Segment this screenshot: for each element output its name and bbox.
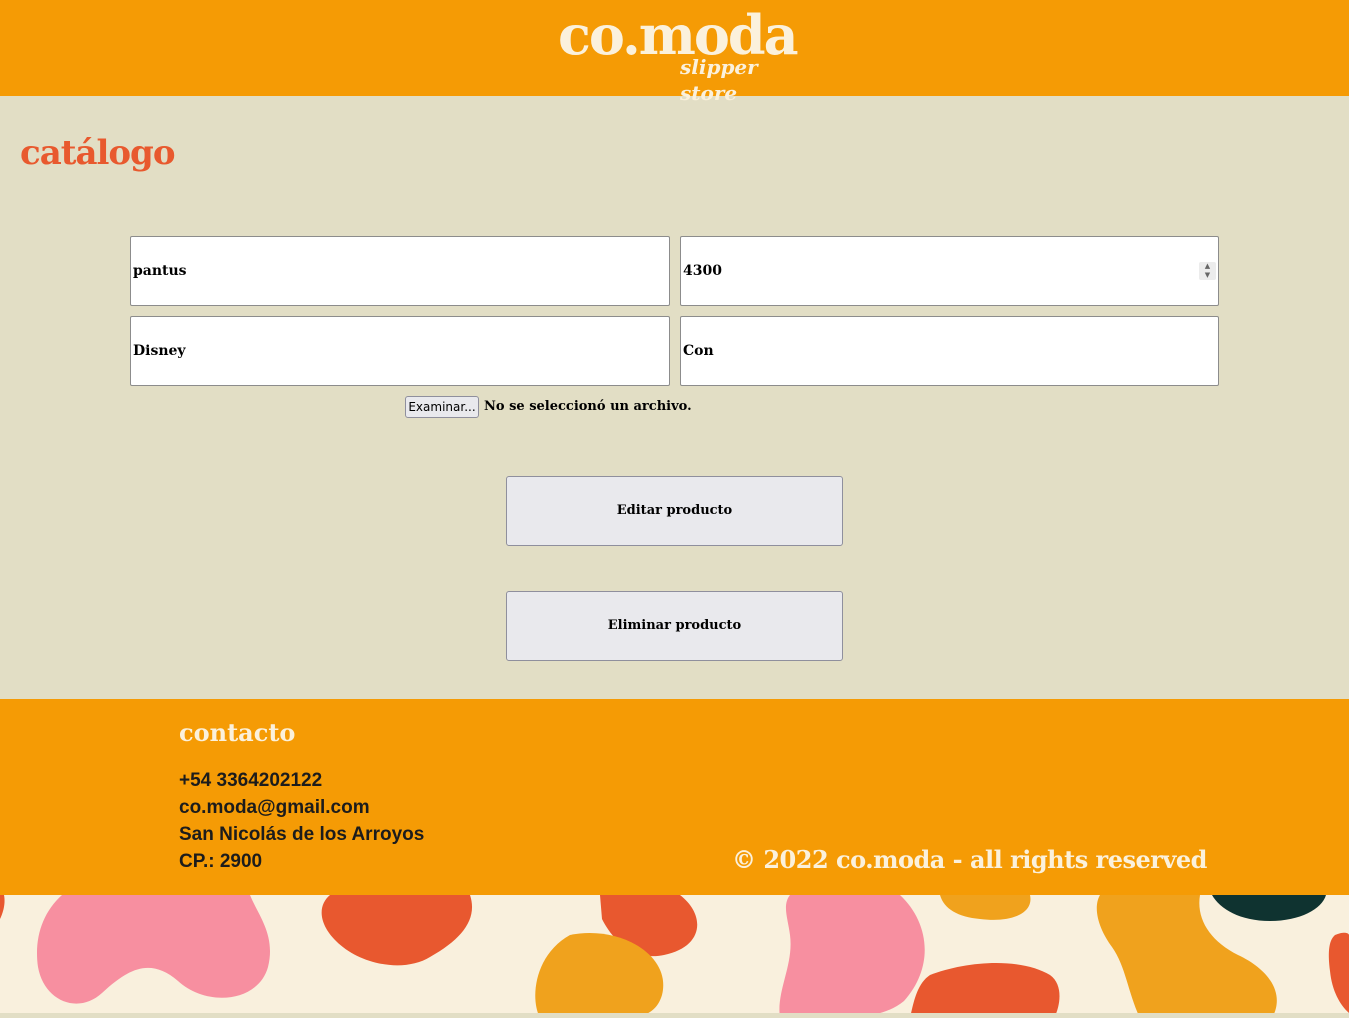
- file-browse-button[interactable]: Examinar...: [405, 396, 479, 418]
- product-price-input[interactable]: [680, 236, 1219, 306]
- price-spinner[interactable]: ▲ ▼: [1199, 262, 1216, 280]
- contact-postal-code: CP.: 2900: [179, 851, 263, 872]
- brand-logo[interactable]: co.moda slipper store: [558, 4, 799, 105]
- product-detail-input[interactable]: [680, 316, 1219, 386]
- contact-heading: contacto: [179, 718, 296, 747]
- contact-email[interactable]: co.moda@gmail.com: [179, 795, 370, 820]
- edit-product-button[interactable]: Editar producto: [506, 476, 843, 546]
- product-name-input[interactable]: [130, 236, 670, 306]
- decorative-pattern: [0, 895, 1349, 1018]
- copyright-notice: © 2022 co.moda - all rights reserved: [732, 845, 1207, 874]
- contact-phone[interactable]: +54 3364202122: [179, 768, 322, 793]
- site-footer: contacto +54 3364202122 co.moda@gmail.co…: [0, 699, 1349, 895]
- page-title: catálogo: [20, 133, 176, 173]
- product-brand-input[interactable]: [130, 316, 670, 386]
- logo-tagline: slipper store: [680, 55, 758, 105]
- blob-pattern-illustration: [0, 895, 1349, 1018]
- contact-city: San Nicolás de los Arroyos: [179, 824, 425, 845]
- site-header: co.moda slipper store: [0, 0, 1349, 105]
- delete-product-button[interactable]: Eliminar producto: [506, 591, 843, 661]
- chevron-down-icon[interactable]: ▼: [1199, 271, 1216, 280]
- file-status-text: No se seleccionó un archivo.: [484, 399, 692, 414]
- chevron-up-icon[interactable]: ▲: [1199, 262, 1216, 271]
